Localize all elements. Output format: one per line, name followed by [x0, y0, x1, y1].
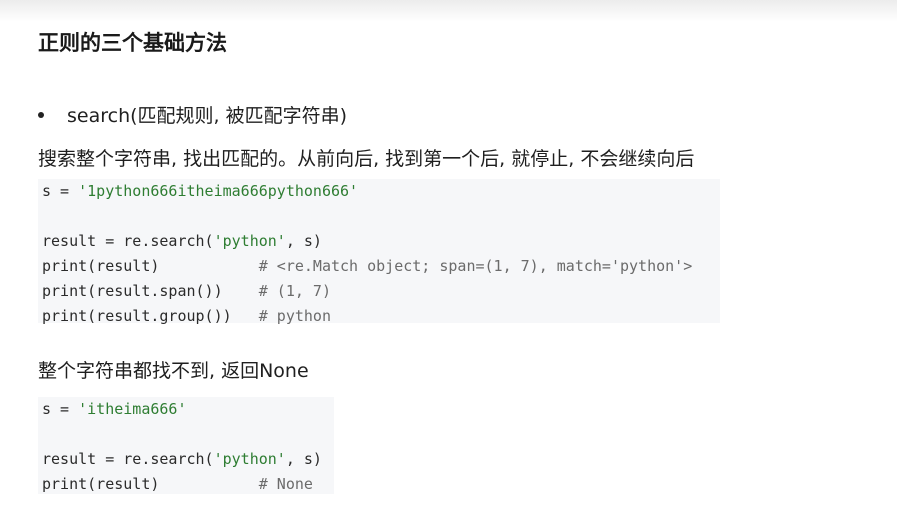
page-title: 正则的三个基础方法 — [38, 31, 227, 55]
code-line: print(result.group()) # python — [42, 304, 716, 329]
code-text: result = re.search( — [42, 232, 214, 250]
bullet-item: search(匹配规则, 被匹配字符串) — [38, 101, 347, 128]
section2-description: 整个字符串都找不到, 返回None — [38, 360, 309, 382]
code-line: print(result) # None — [42, 472, 330, 497]
top-band — [0, 0, 897, 22]
code-text: result = re.search( — [42, 450, 214, 468]
code-line: print(result) # <re.Match object; span=(… — [42, 254, 716, 279]
code-text: s = — [42, 400, 79, 418]
code-line: result = re.search('python', s) — [42, 447, 330, 472]
code-line: s = '1python666itheima666python666' — [42, 179, 716, 204]
code-string: '1python666itheima666python666' — [78, 182, 359, 200]
code-text: print(result.span()) — [42, 282, 259, 300]
code-text: print(result) — [42, 475, 259, 493]
code-text: print(result.group()) — [42, 307, 259, 325]
section1-code-block: s = '1python666itheima666python666' resu… — [38, 179, 720, 325]
section2-code-block: s = 'itheima666' result = re.search('pyt… — [38, 397, 334, 494]
code-comment: # <re.Match object; span=(1, 7), match='… — [258, 257, 693, 275]
code-comment: # None — [258, 475, 313, 493]
code-string: 'python' — [213, 450, 286, 468]
code-text: , s) — [285, 450, 322, 468]
code-line: print(result.span()) # (1, 7) — [42, 279, 716, 304]
code-text: print(result) — [42, 257, 259, 275]
bullet-text: search(匹配规则, 被匹配字符串) — [67, 105, 348, 127]
code-line: s = 'itheima666' — [42, 397, 330, 422]
code-text: , s) — [285, 232, 322, 250]
section1-description: 搜索整个字符串, 找出匹配的。从前向后, 找到第一个后, 就停止, 不会继续向后 — [38, 148, 695, 170]
code-comment: # (1, 7) — [258, 282, 331, 300]
code-string: 'itheima666' — [78, 400, 187, 418]
code-line: result = re.search('python', s) — [42, 229, 716, 254]
bullet-dot-icon — [38, 111, 44, 118]
code-comment: # python — [258, 307, 331, 325]
code-text: s = — [42, 182, 79, 200]
code-string: 'python' — [213, 232, 286, 250]
